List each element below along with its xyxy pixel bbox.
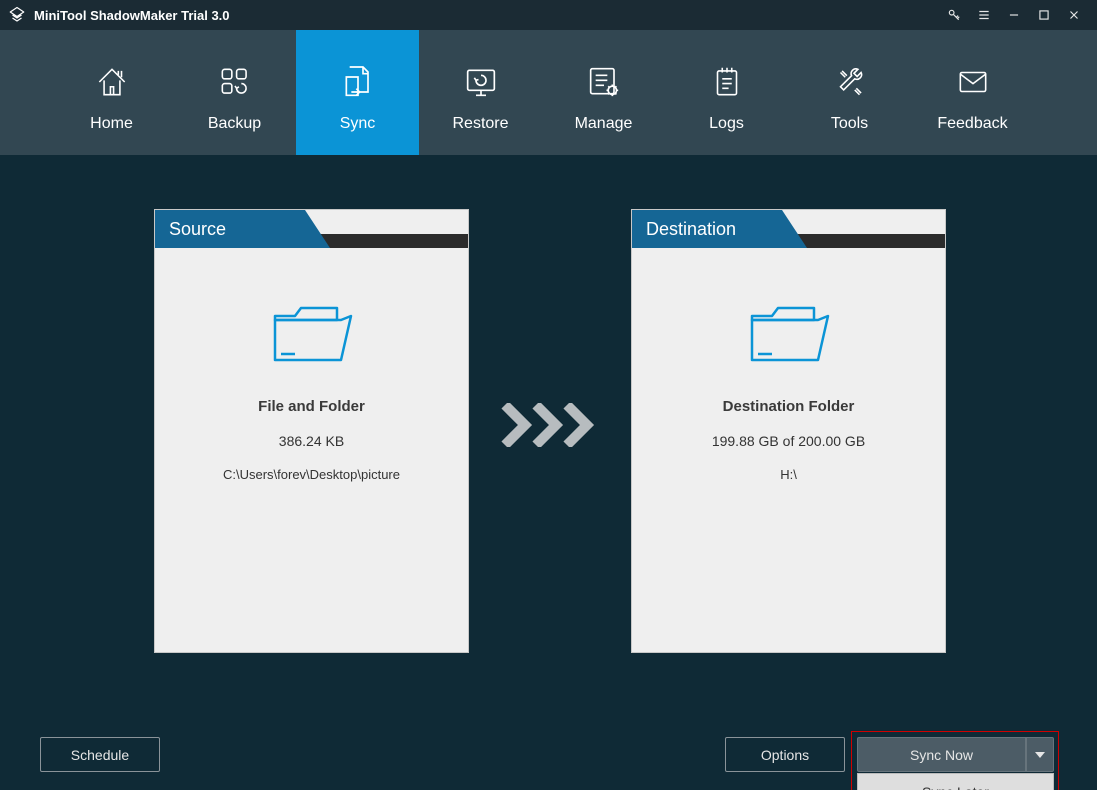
backup-icon	[216, 53, 254, 111]
maximize-icon[interactable]	[1029, 0, 1059, 30]
tab-feedback-label: Feedback	[937, 115, 1007, 133]
key-icon[interactable]	[939, 0, 969, 30]
destination-card[interactable]: Destination Destination Folder 199.88 GB…	[631, 209, 946, 653]
source-path: C:\Users\forev\Desktop\picture	[155, 467, 468, 482]
tab-feedback[interactable]: Feedback	[911, 30, 1034, 155]
tab-manage[interactable]: Manage	[542, 30, 665, 155]
footer: Schedule Options Sync Now Sync Later	[0, 717, 1097, 790]
sync-later-button[interactable]: Sync Later	[857, 773, 1054, 790]
tab-backup[interactable]: Backup	[173, 30, 296, 155]
tab-home[interactable]: Home	[50, 30, 173, 155]
source-header-title: Source	[169, 210, 226, 248]
destination-header-title: Destination	[646, 210, 736, 248]
workspace: Source File and Folder 386.24 KB C:\User…	[0, 155, 1097, 717]
sync-now-button[interactable]: Sync Now	[857, 737, 1026, 772]
folder-icon	[746, 296, 832, 370]
tab-home-label: Home	[90, 115, 133, 133]
app-logo-icon	[8, 6, 26, 24]
tab-sync-label: Sync	[340, 115, 376, 133]
sync-arrow-icon	[500, 403, 600, 447]
destination-title: Destination Folder	[632, 398, 945, 415]
tab-restore-label: Restore	[452, 115, 508, 133]
main-toolbar: Home Backup Sync Restore Manage Logs Too…	[0, 30, 1097, 155]
options-button[interactable]: Options	[725, 737, 845, 772]
feedback-icon	[954, 53, 992, 111]
source-title: File and Folder	[155, 398, 468, 415]
sync-icon	[338, 53, 378, 111]
tab-sync[interactable]: Sync	[296, 30, 419, 155]
tab-logs-label: Logs	[709, 115, 744, 133]
source-card[interactable]: Source File and Folder 386.24 KB C:\User…	[154, 209, 469, 653]
schedule-button[interactable]: Schedule	[40, 737, 160, 772]
tools-icon	[831, 53, 869, 111]
app-title: MiniTool ShadowMaker Trial 3.0	[34, 8, 939, 23]
restore-icon	[461, 53, 501, 111]
menu-icon[interactable]	[969, 0, 999, 30]
tab-tools-label: Tools	[831, 115, 868, 133]
folder-icon	[269, 296, 355, 370]
title-bar: MiniTool ShadowMaker Trial 3.0	[0, 0, 1097, 30]
tab-manage-label: Manage	[575, 115, 633, 133]
tab-logs[interactable]: Logs	[665, 30, 788, 155]
destination-size: 199.88 GB of 200.00 GB	[632, 433, 945, 449]
destination-header: Destination	[632, 210, 945, 248]
logs-icon	[708, 53, 746, 111]
source-size: 386.24 KB	[155, 433, 468, 449]
tab-tools[interactable]: Tools	[788, 30, 911, 155]
minimize-icon[interactable]	[999, 0, 1029, 30]
tab-backup-label: Backup	[208, 115, 261, 133]
home-icon	[93, 53, 131, 111]
destination-path: H:\	[632, 467, 945, 482]
sync-now-dropdown-arrow[interactable]	[1026, 737, 1054, 772]
source-header: Source	[155, 210, 468, 248]
close-icon[interactable]	[1059, 0, 1089, 30]
manage-icon	[584, 53, 624, 111]
tab-restore[interactable]: Restore	[419, 30, 542, 155]
